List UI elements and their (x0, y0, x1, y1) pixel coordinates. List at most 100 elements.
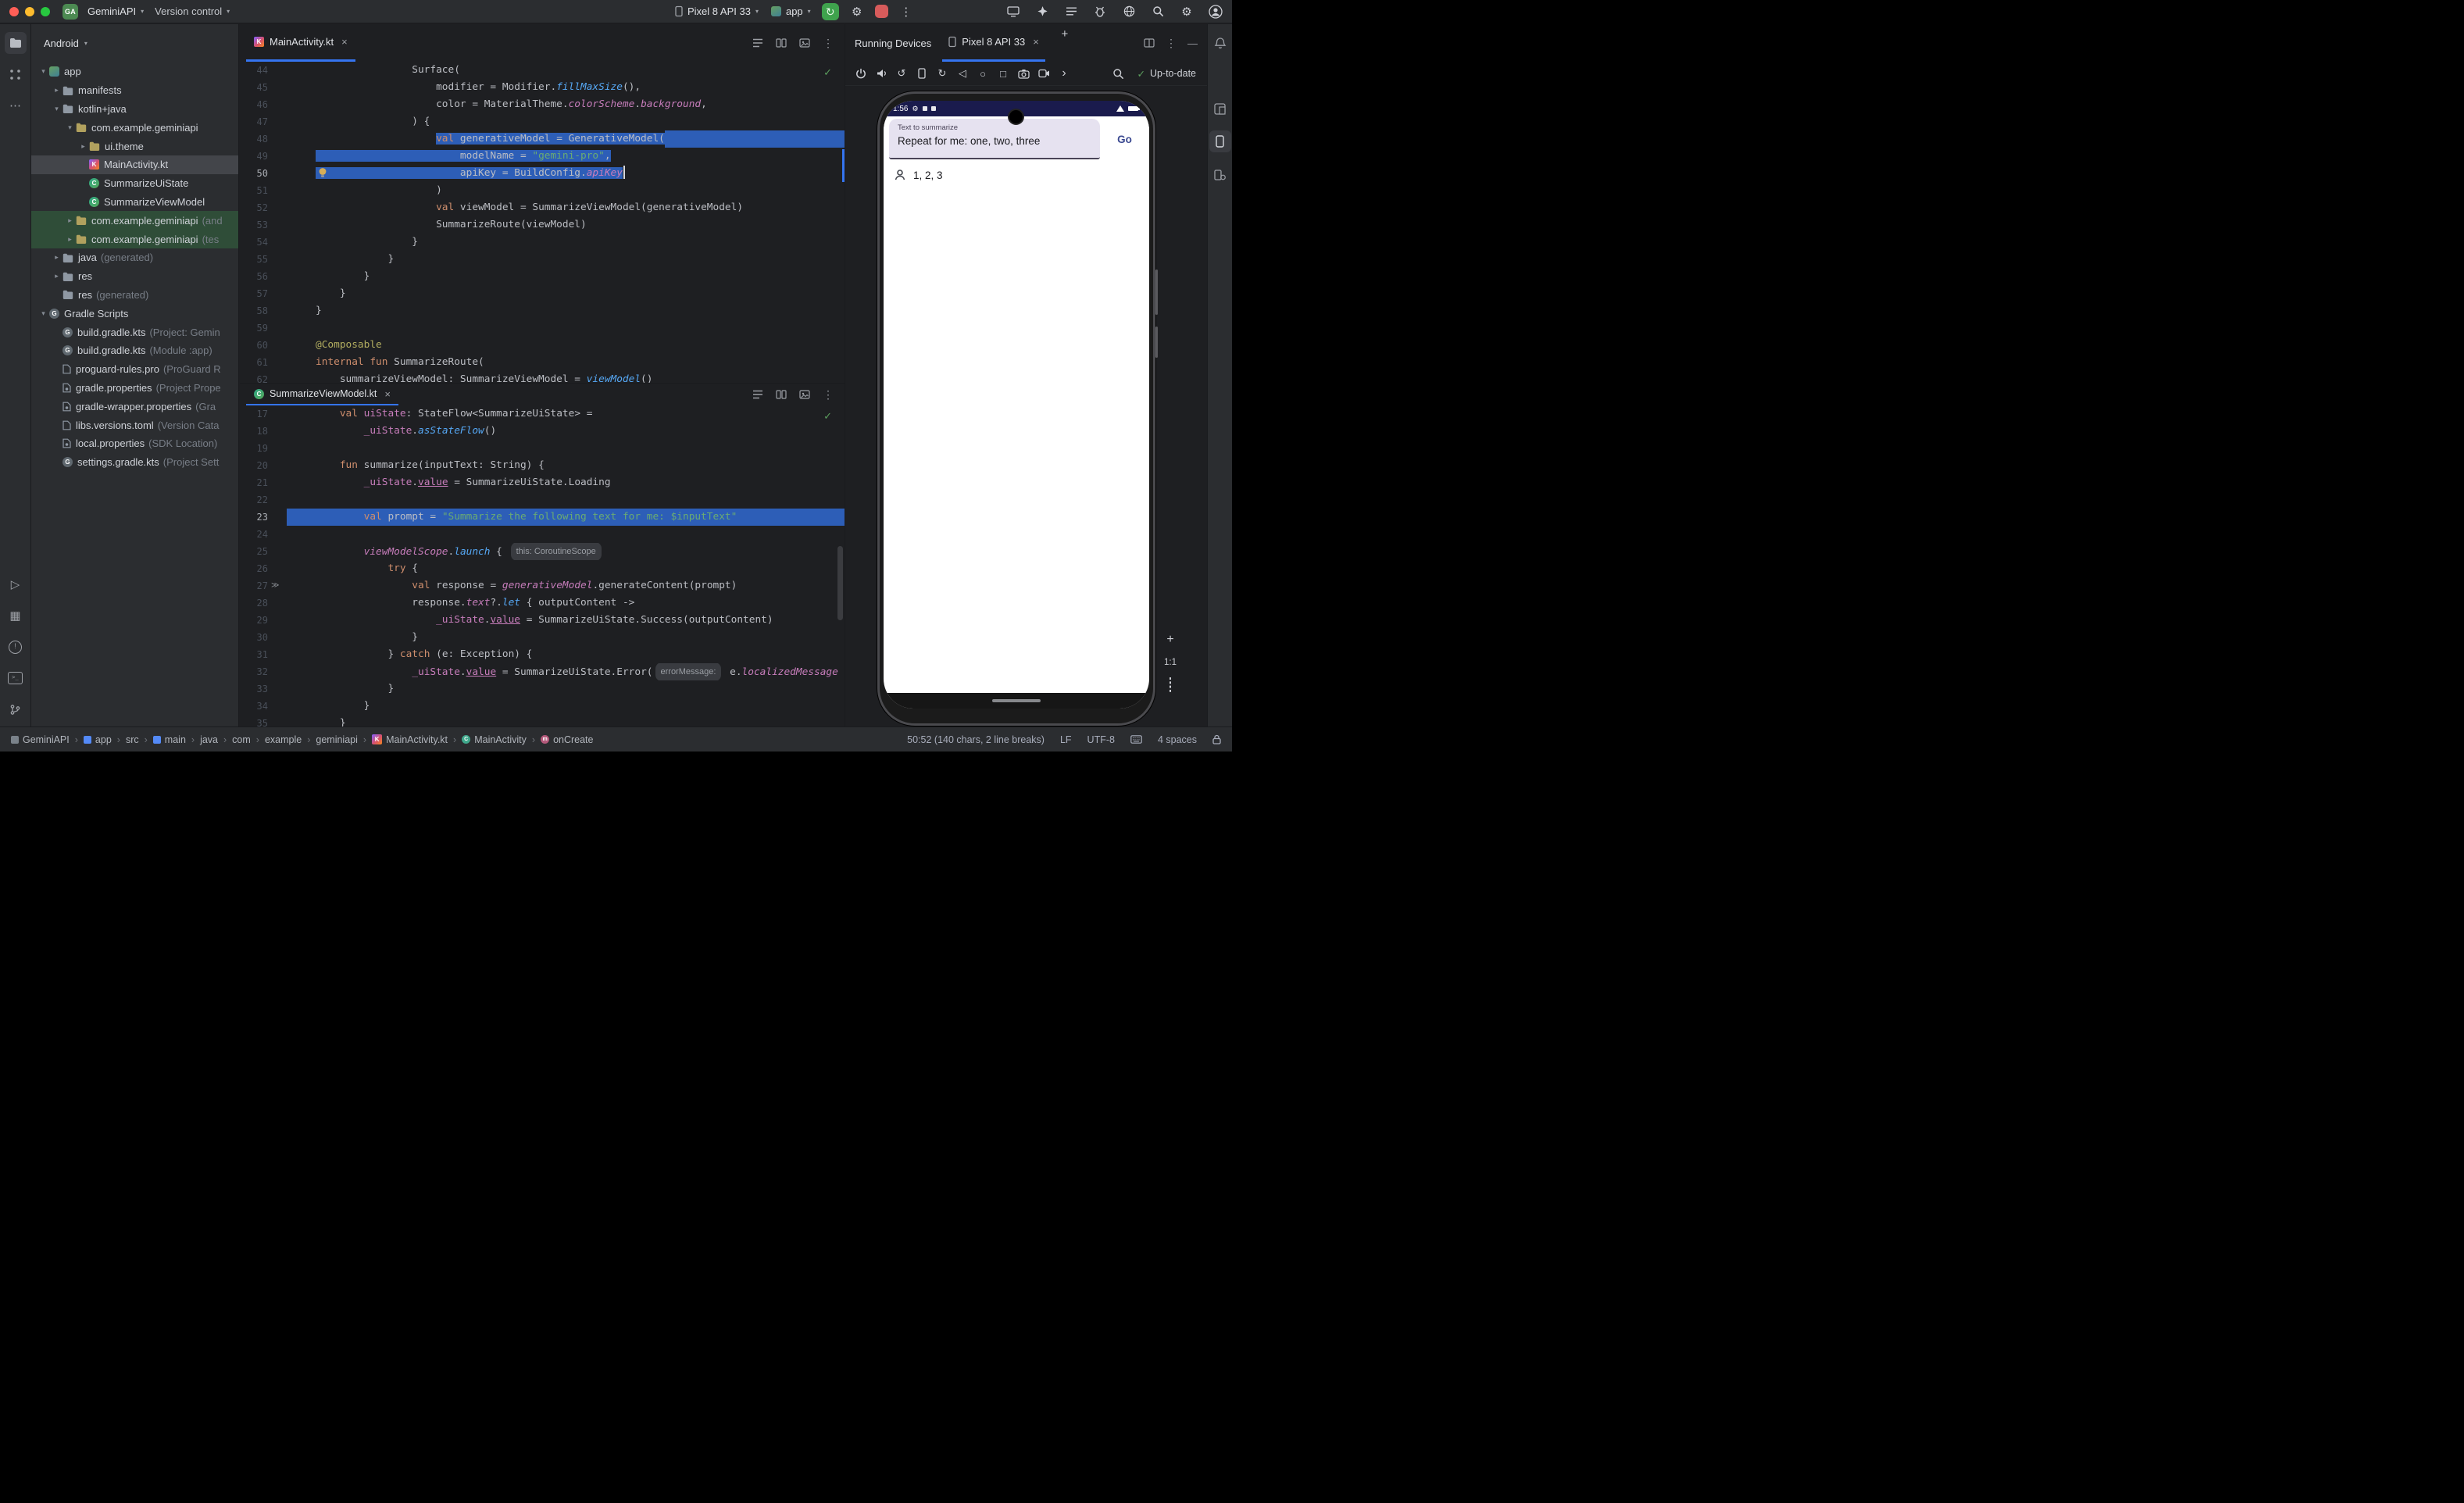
code-line-17[interactable]: 17 val uiState: StateFlow<SummarizeUiSta… (240, 405, 845, 423)
close-tab-icon[interactable]: × (384, 388, 391, 400)
editor-split-icon[interactable] (776, 390, 787, 399)
intention-bulb-icon[interactable] (318, 167, 327, 180)
close-tab-icon[interactable]: × (1033, 36, 1039, 48)
code-line-53[interactable]: 53 SummarizeRoute(viewModel) (240, 216, 845, 234)
close-window-button[interactable] (9, 7, 19, 16)
editor-list-icon[interactable] (752, 390, 763, 399)
tree-chevron-icon[interactable]: ▸ (51, 272, 62, 280)
tree-chevron-icon[interactable]: ▾ (37, 67, 49, 76)
terminal-tool-icon[interactable]: >_ (5, 667, 27, 689)
project-view-selector[interactable]: Android ▾ (31, 24, 238, 62)
problems-tool-icon[interactable]: ! (5, 636, 27, 658)
editor-mainactivity[interactable]: ✓ 44 Surface(45 modifier = Modifier.fill… (240, 62, 845, 383)
code-line-54[interactable]: 54 } (240, 234, 845, 251)
editor-split-icon[interactable] (776, 38, 787, 48)
tree-item-kotlin-java[interactable]: ▾kotlin+java (31, 100, 238, 119)
tree-chevron-icon[interactable]: ▸ (51, 253, 62, 262)
phone-screen[interactable]: 1:56 ⚙ Text to summarize Repeat for me: … (884, 101, 1149, 709)
breadcrumb-example[interactable]: example (265, 734, 302, 745)
tree-item-summarizeuistate[interactable]: CSummarizeUiState (31, 174, 238, 193)
layout-inspector-icon[interactable] (1209, 98, 1231, 120)
code-line-32[interactable]: 32 _uiState.value = SummarizeUiState.Err… (240, 663, 845, 680)
code-line-60[interactable]: 60@Composable (240, 337, 845, 354)
close-tab-icon[interactable]: × (341, 36, 348, 48)
tree-item-com-example-geminiapi[interactable]: ▸com.example.geminiapi(tes (31, 230, 238, 248)
tree-item-manifests[interactable]: ▸manifests (31, 81, 238, 100)
zoom-window-button[interactable] (41, 7, 50, 16)
screen-record-icon[interactable] (1034, 64, 1053, 83)
zoom-reset-button[interactable]: 1:1 (1164, 658, 1177, 667)
code-line-20[interactable]: 20 fun summarize(inputText: String) { (240, 457, 845, 474)
text-to-summarize-field[interactable]: Text to summarize Repeat for me: one, tw… (889, 119, 1100, 159)
tree-item-com-example-geminiapi[interactable]: ▸com.example.geminiapi(and (31, 211, 238, 230)
tree-chevron-icon[interactable]: ▾ (64, 123, 76, 132)
code-line-28[interactable]: 28 response.text?.let { outputContent -> (240, 594, 845, 612)
breadcrumb-mainactivity-kt[interactable]: KMainActivity.kt (372, 734, 448, 745)
editor-preview-icon[interactable] (799, 38, 810, 48)
device-selector[interactable]: Pixel 8 API 33▾ (673, 5, 760, 17)
tab-summarizeviewmodel[interactable]: C SummarizeViewModel.kt × (246, 384, 398, 405)
settings-gear-icon[interactable]: ⚙ (848, 2, 866, 21)
tree-chevron-icon[interactable]: ▸ (51, 86, 62, 95)
rotate-left-icon[interactable]: ↺ (892, 64, 911, 83)
device-manager-icon[interactable] (1209, 163, 1231, 185)
breadcrumb-app[interactable]: app (84, 734, 112, 745)
code-line-33[interactable]: 33 } (240, 680, 845, 698)
home-icon[interactable]: ○ (973, 64, 992, 83)
device-mirroring-icon[interactable] (1005, 2, 1022, 21)
code-line-51[interactable]: 51 ) (240, 182, 845, 199)
code-line-56[interactable]: 56 } (240, 268, 845, 285)
code-line-55[interactable]: 55 } (240, 251, 845, 268)
ai-assistant-icon[interactable] (1034, 2, 1051, 21)
tree-chevron-icon[interactable]: ▸ (64, 216, 76, 225)
tree-item-java[interactable]: ▸java(generated) (31, 248, 238, 267)
zoom-in-button[interactable]: + (1166, 633, 1173, 647)
code-line-50[interactable]: 50 apiKey = BuildConfig.apiKey (240, 165, 845, 182)
tree-item-gradle-properties[interactable]: gradle.properties(Project Prope (31, 379, 238, 398)
editor-list-icon[interactable] (752, 38, 763, 48)
tree-item-app[interactable]: ▾app (31, 62, 238, 81)
run-tool-icon[interactable]: ▷ (5, 573, 27, 595)
code-line-61[interactable]: 61internal fun SummarizeRoute( (240, 354, 845, 371)
tree-chevron-icon[interactable]: ▸ (64, 235, 76, 244)
tree-item-proguard-rules-pro[interactable]: proguard-rules.pro(ProGuard R (31, 360, 238, 379)
tree-chevron-icon[interactable]: ▾ (37, 309, 49, 318)
code-line-26[interactable]: 26 try { (240, 560, 845, 577)
caret-position[interactable]: 50:52 (140 chars, 2 line breaks) (907, 734, 1045, 745)
panel-more-icon[interactable]: ⋮ (1166, 37, 1177, 50)
tree-item-mainactivity-kt[interactable]: KMainActivity.kt (31, 155, 238, 174)
tree-item-summarizeviewmodel[interactable]: CSummarizeViewModel (31, 193, 238, 212)
code-line-45[interactable]: 45 modifier = Modifier.fillMaxSize(), (240, 79, 845, 96)
go-button[interactable]: Go (1100, 116, 1149, 162)
back-icon[interactable]: ◁ (953, 64, 972, 83)
zoom-controls-icon[interactable] (1112, 68, 1124, 80)
rotate-right-icon[interactable]: ↻ (933, 64, 952, 83)
editor-preview-icon[interactable] (799, 390, 810, 399)
field-value[interactable]: Repeat for me: one, two, three (898, 135, 1091, 147)
code-line-58[interactable]: 58} (240, 302, 845, 320)
screenshot-icon[interactable] (1014, 64, 1033, 83)
editor-more-icon[interactable]: ⋮ (823, 388, 834, 402)
split-panel-icon[interactable] (1144, 38, 1155, 48)
running-devices-icon[interactable] (1209, 130, 1231, 152)
user-avatar[interactable] (1207, 2, 1224, 21)
code-line-48[interactable]: 48 val generativeModel = GenerativeModel… (240, 130, 845, 148)
more-controls-chevron[interactable]: › (1055, 64, 1073, 83)
keyboard-icon[interactable] (1130, 735, 1142, 744)
breadcrumb-oncreate[interactable]: monCreate (541, 734, 593, 745)
device-explorer-icon[interactable]: ▦ (5, 605, 27, 627)
tree-item-build-gradle-kts[interactable]: Gbuild.gradle.kts(Module :app) (31, 341, 238, 360)
overview-icon[interactable]: □ (994, 64, 1012, 83)
version-control-tool-icon[interactable] (5, 698, 27, 720)
device-tab-pixel8[interactable]: Pixel 8 API 33 × (942, 24, 1045, 62)
vcs-menu[interactable]: Version control▾ (153, 5, 231, 17)
code-line-29[interactable]: 29 _uiState.value = SummarizeUiState.Suc… (240, 612, 845, 629)
structure-tool-icon[interactable] (5, 63, 27, 85)
inspection-ok-icon[interactable]: ✓ (823, 410, 832, 423)
editor-summarizeviewmodel[interactable]: ✓ 17 val uiState: StateFlow<SummarizeUiS… (240, 405, 845, 727)
tree-item-local-properties[interactable]: local.properties(SDK Location) (31, 434, 238, 453)
hide-panel-icon[interactable]: — (1187, 37, 1198, 49)
fit-to-window-button[interactable] (1170, 678, 1171, 692)
readonly-lock-icon[interactable] (1212, 734, 1221, 744)
code-line-19[interactable]: 19 (240, 440, 845, 457)
